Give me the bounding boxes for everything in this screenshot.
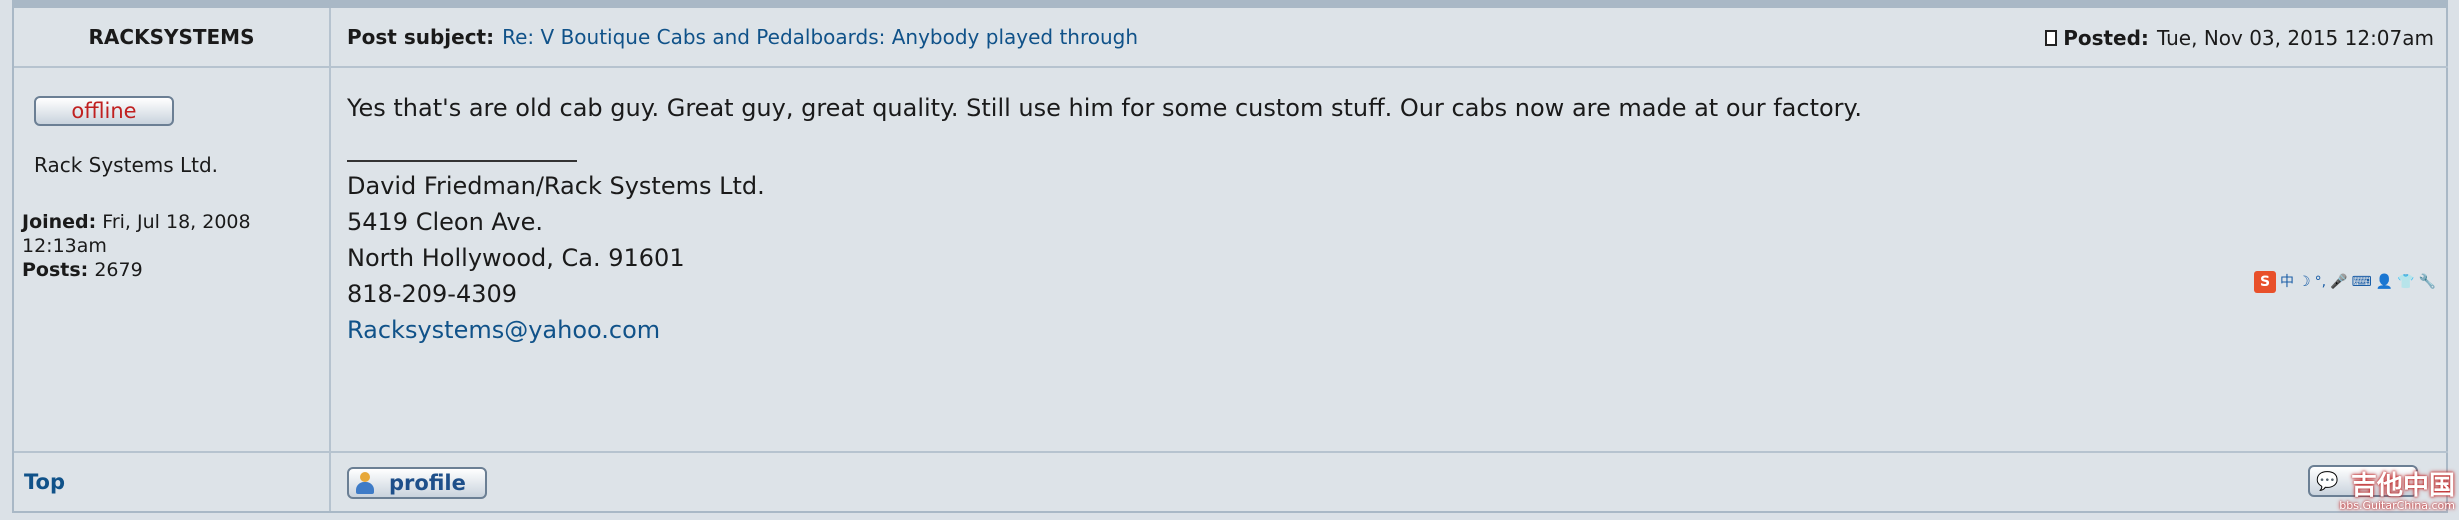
forum-post: RACKSYSTEMS Post subject: Re: V Boutique… xyxy=(12,6,2448,513)
signature-line-3: North Hollywood, Ca. 91601 xyxy=(347,244,685,272)
subject-label: Post subject: xyxy=(347,25,495,49)
ime-keyboard-icon[interactable]: ⌨ xyxy=(2351,264,2371,300)
ime-user-icon[interactable]: 👤 xyxy=(2376,264,2393,300)
signature-line-4: 818-209-4309 xyxy=(347,280,518,308)
signature-line-1: David Friedman/Rack Systems Ltd. xyxy=(347,172,765,200)
offline-status-button[interactable]: offline xyxy=(34,96,174,126)
signature-email-link[interactable]: Racksystems@yahoo.com xyxy=(347,312,2448,348)
top-link[interactable]: Top xyxy=(24,470,65,494)
ime-skin-icon[interactable]: 👕 xyxy=(2397,264,2414,300)
ime-punctuation-icon[interactable]: °, xyxy=(2315,264,2326,300)
posts-count: 2679 xyxy=(94,259,143,281)
watermark-logo: 吉他中国 bbs.GuitarChina.com xyxy=(2315,466,2455,518)
watermark-title: 吉他中国 xyxy=(2350,471,2455,501)
author-stats: Joined: Fri, Jul 18, 2008 12:13am Posts:… xyxy=(22,210,329,282)
subject-link[interactable]: Re: V Boutique Cabs and Pedalboards: Any… xyxy=(502,25,1138,49)
author-rank: Rack Systems Ltd. xyxy=(34,153,219,177)
watermark-url: bbs.GuitarChina.com xyxy=(2339,499,2455,512)
signature-divider xyxy=(347,160,577,162)
post-body: Yes that's are old cab guy. Great guy, g… xyxy=(331,68,2448,451)
post-header: Post subject: Re: V Boutique Cabs and Pe… xyxy=(331,8,2448,68)
profile-button[interactable]: profile xyxy=(347,467,487,499)
profile-button-label: profile xyxy=(389,471,466,495)
ime-moon-icon[interactable]: ☽ xyxy=(2298,264,2311,300)
posts-label: Posts: xyxy=(22,259,89,281)
ime-settings-icon[interactable]: 🔧 xyxy=(2419,264,2436,300)
posted-date: Tue, Nov 03, 2015 12:07am xyxy=(2156,26,2434,50)
document-icon xyxy=(2045,30,2058,46)
ime-microphone-icon[interactable]: 🎤 xyxy=(2330,264,2347,300)
post-message: Yes that's are old cab guy. Great guy, g… xyxy=(347,94,1862,122)
ime-toolbar[interactable]: S 中 ☽ °, 🎤 ⌨ 👤 👕 🔧 xyxy=(2254,264,2436,300)
signature-line-2: 5419 Cleon Ave. xyxy=(347,208,544,236)
joined-label: Joined: xyxy=(22,211,97,233)
posted-label: Posted: xyxy=(2063,26,2149,50)
ime-chinese-icon[interactable]: 中 xyxy=(2280,264,2294,300)
post-footer-left: Top xyxy=(14,451,331,511)
sogou-logo-icon[interactable]: S xyxy=(2254,271,2277,293)
posted-info: Posted: Tue, Nov 03, 2015 12:07am xyxy=(2045,8,2434,68)
author-profile: offline Rack Systems Ltd. Joined: Fri, J… xyxy=(14,68,331,451)
user-icon xyxy=(355,472,375,494)
author-name: RACKSYSTEMS xyxy=(14,8,331,68)
post-footer-right: profile 💬 xyxy=(331,451,2448,511)
